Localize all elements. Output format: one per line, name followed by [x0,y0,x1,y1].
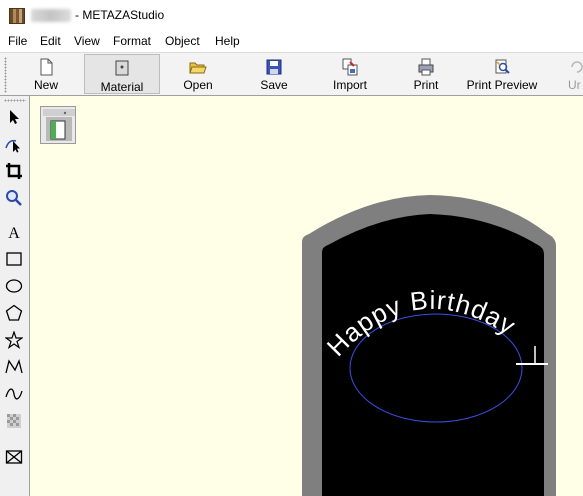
image-trace-tool[interactable] [3,410,25,432]
floppy-disk-icon [266,59,282,75]
import-icon [342,58,358,76]
menu-help[interactable]: Help [215,34,240,48]
rectangle-icon [6,252,22,266]
image-trace-icon [7,414,21,428]
undo-icon [571,61,583,73]
svg-text:A: A [8,225,20,241]
palette-grip[interactable] [4,99,26,102]
print-button[interactable]: Print [398,54,454,94]
menu-format[interactable]: Format [113,34,151,48]
import-button-label: Import [332,78,367,92]
open-folder-icon [189,62,207,74]
menu-view[interactable]: View [74,34,100,48]
material-drawing: Happy Birthday [302,195,556,496]
toolbar-grip[interactable] [4,57,7,93]
node-edit-icon [5,139,20,153]
curve-icon [5,388,23,400]
zoom-tool[interactable] [3,187,25,209]
undo-button[interactable]: Ur [562,54,583,94]
print-preview-icon [495,59,510,74]
star-icon [5,331,23,349]
rectangle-tool[interactable] [3,248,25,270]
polyline-tool[interactable] [3,356,25,378]
import-button[interactable]: Import [322,54,378,94]
menu-object[interactable]: Object [165,34,200,48]
title-bar: - METAZAStudio [0,0,583,31]
new-document-icon [40,58,53,76]
select-arrow-icon [10,110,19,124]
menu-edit[interactable]: Edit [40,34,61,48]
text-tool[interactable]: A [3,221,25,243]
crop-icon [6,163,22,179]
save-button[interactable]: Save [246,54,302,94]
polyline-icon [5,359,23,374]
polygon-tool[interactable] [3,302,25,324]
text-icon: A [8,225,20,241]
window-title: - METAZAStudio [75,8,165,22]
save-button-label: Save [260,78,288,92]
curve-tool[interactable] [3,383,25,405]
tool-palette: A [0,96,30,496]
material-button[interactable]: Material [84,54,160,94]
star-tool[interactable] [3,329,25,351]
new-button-label: New [33,78,58,92]
material-button-label: Material [100,80,144,94]
clear-tool[interactable] [3,446,25,468]
ellipse-tool[interactable] [3,275,25,297]
polygon-icon [5,304,23,321]
ellipse-icon [5,279,23,293]
menu-file[interactable]: File [8,34,27,48]
menu-bar: File Edit View Format Object Help [0,31,583,51]
toolbar: New Material Open Save Import Print Prin… [0,52,583,96]
design-canvas[interactable]: Happy Birthday [30,96,583,496]
material-icon [115,60,129,76]
print-preview-button-label: Print Preview [466,78,538,92]
app-icon [9,8,25,24]
undo-button-label: Ur [568,78,581,92]
printer-icon [418,58,434,76]
document-name-redacted [31,9,71,22]
open-button-label: Open [183,78,213,92]
clear-icon [5,450,23,464]
new-button[interactable]: New [18,54,74,94]
zoom-icon [6,190,22,206]
node-edit-tool[interactable] [3,133,25,155]
material-surface [322,214,544,496]
crop-tool[interactable] [3,160,25,182]
print-button-label: Print [413,78,439,92]
select-tool[interactable] [3,106,25,128]
print-preview-button[interactable]: Print Preview [462,54,542,94]
open-button[interactable]: Open [170,54,226,94]
